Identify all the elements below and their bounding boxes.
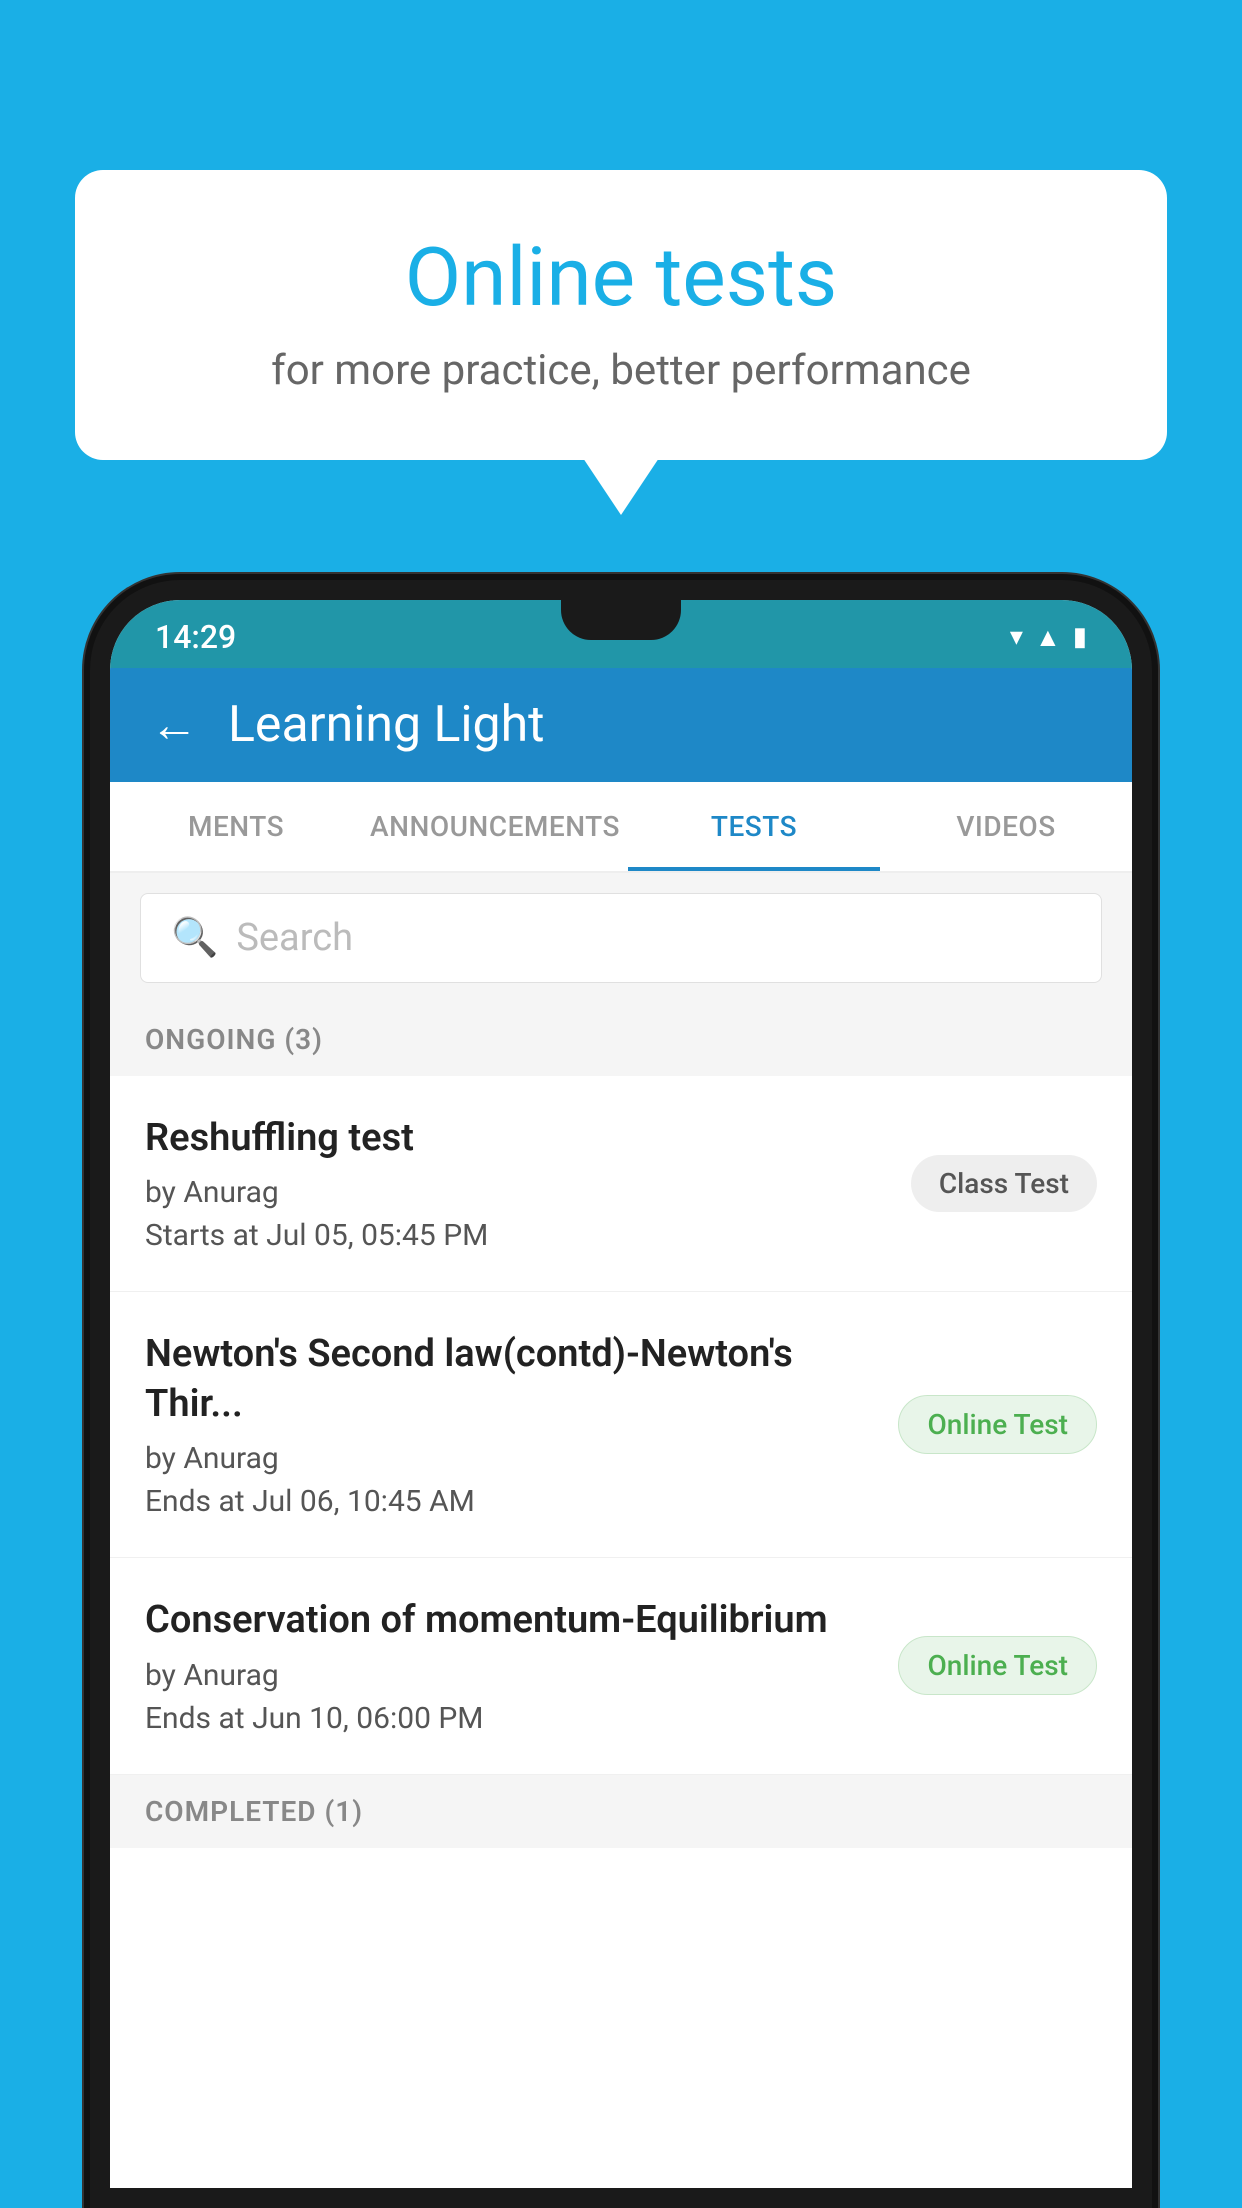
tab-videos[interactable]: VIDEOS <box>880 782 1132 871</box>
test-name: Newton's Second law(contd)-Newton's Thir… <box>145 1330 878 1429</box>
phone-screen: 14:29 ▾ ▲ ▮ ← Learning Light MENTS ANNOU… <box>110 600 1132 2188</box>
speech-bubble-subtitle: for more practice, better performance <box>125 346 1117 395</box>
test-author: by Anurag <box>145 1658 878 1693</box>
back-button[interactable]: ← <box>150 701 198 749</box>
test-time: Starts at Jul 05, 05:45 PM <box>145 1218 891 1253</box>
test-item[interactable]: Conservation of momentum-Equilibrium by … <box>110 1558 1132 1774</box>
wifi-icon: ▾ <box>1010 622 1023 652</box>
signal-icon: ▲ <box>1035 622 1061 653</box>
tabs-bar: MENTS ANNOUNCEMENTS TESTS VIDEOS <box>110 782 1132 873</box>
test-badge: Online Test <box>898 1395 1097 1454</box>
test-info: Newton's Second law(contd)-Newton's Thir… <box>145 1330 898 1519</box>
test-info: Reshuffling test by Anurag Starts at Jul… <box>145 1114 911 1253</box>
test-badge: Class Test <box>911 1155 1097 1212</box>
tab-ments[interactable]: MENTS <box>110 782 362 871</box>
search-input[interactable]: 🔍 Search <box>140 893 1102 983</box>
test-time: Ends at Jul 06, 10:45 AM <box>145 1484 878 1519</box>
test-item[interactable]: Newton's Second law(contd)-Newton's Thir… <box>110 1292 1132 1558</box>
phone-frame: 14:29 ▾ ▲ ▮ ← Learning Light MENTS ANNOU… <box>90 580 1152 2208</box>
app-bar: ← Learning Light <box>110 668 1132 782</box>
test-list: Reshuffling test by Anurag Starts at Jul… <box>110 1076 1132 2188</box>
search-container: 🔍 Search <box>110 873 1132 1003</box>
status-time: 14:29 <box>155 618 236 656</box>
test-badge: Online Test <box>898 1636 1097 1695</box>
status-icons: ▾ ▲ ▮ <box>1010 622 1087 653</box>
tab-tests[interactable]: TESTS <box>628 782 880 871</box>
search-placeholder: Search <box>236 916 353 960</box>
ongoing-section-header: ONGOING (3) <box>110 1003 1132 1076</box>
battery-icon: ▮ <box>1073 622 1087 652</box>
search-icon: 🔍 <box>171 916 218 960</box>
test-name: Conservation of momentum-Equilibrium <box>145 1596 878 1645</box>
test-item[interactable]: Reshuffling test by Anurag Starts at Jul… <box>110 1076 1132 1292</box>
speech-bubble-title: Online tests <box>125 230 1117 326</box>
test-author: by Anurag <box>145 1175 891 1210</box>
test-author: by Anurag <box>145 1441 878 1476</box>
test-time: Ends at Jun 10, 06:00 PM <box>145 1701 878 1736</box>
phone-notch <box>561 600 681 640</box>
test-name: Reshuffling test <box>145 1114 891 1163</box>
speech-bubble: Online tests for more practice, better p… <box>75 170 1167 460</box>
completed-section-header: COMPLETED (1) <box>110 1775 1132 1848</box>
completed-section-title: COMPLETED (1) <box>145 1795 363 1828</box>
test-info: Conservation of momentum-Equilibrium by … <box>145 1596 898 1735</box>
tab-announcements[interactable]: ANNOUNCEMENTS <box>362 782 628 871</box>
app-bar-title: Learning Light <box>228 696 545 754</box>
ongoing-section-title: ONGOING (3) <box>145 1023 323 1056</box>
